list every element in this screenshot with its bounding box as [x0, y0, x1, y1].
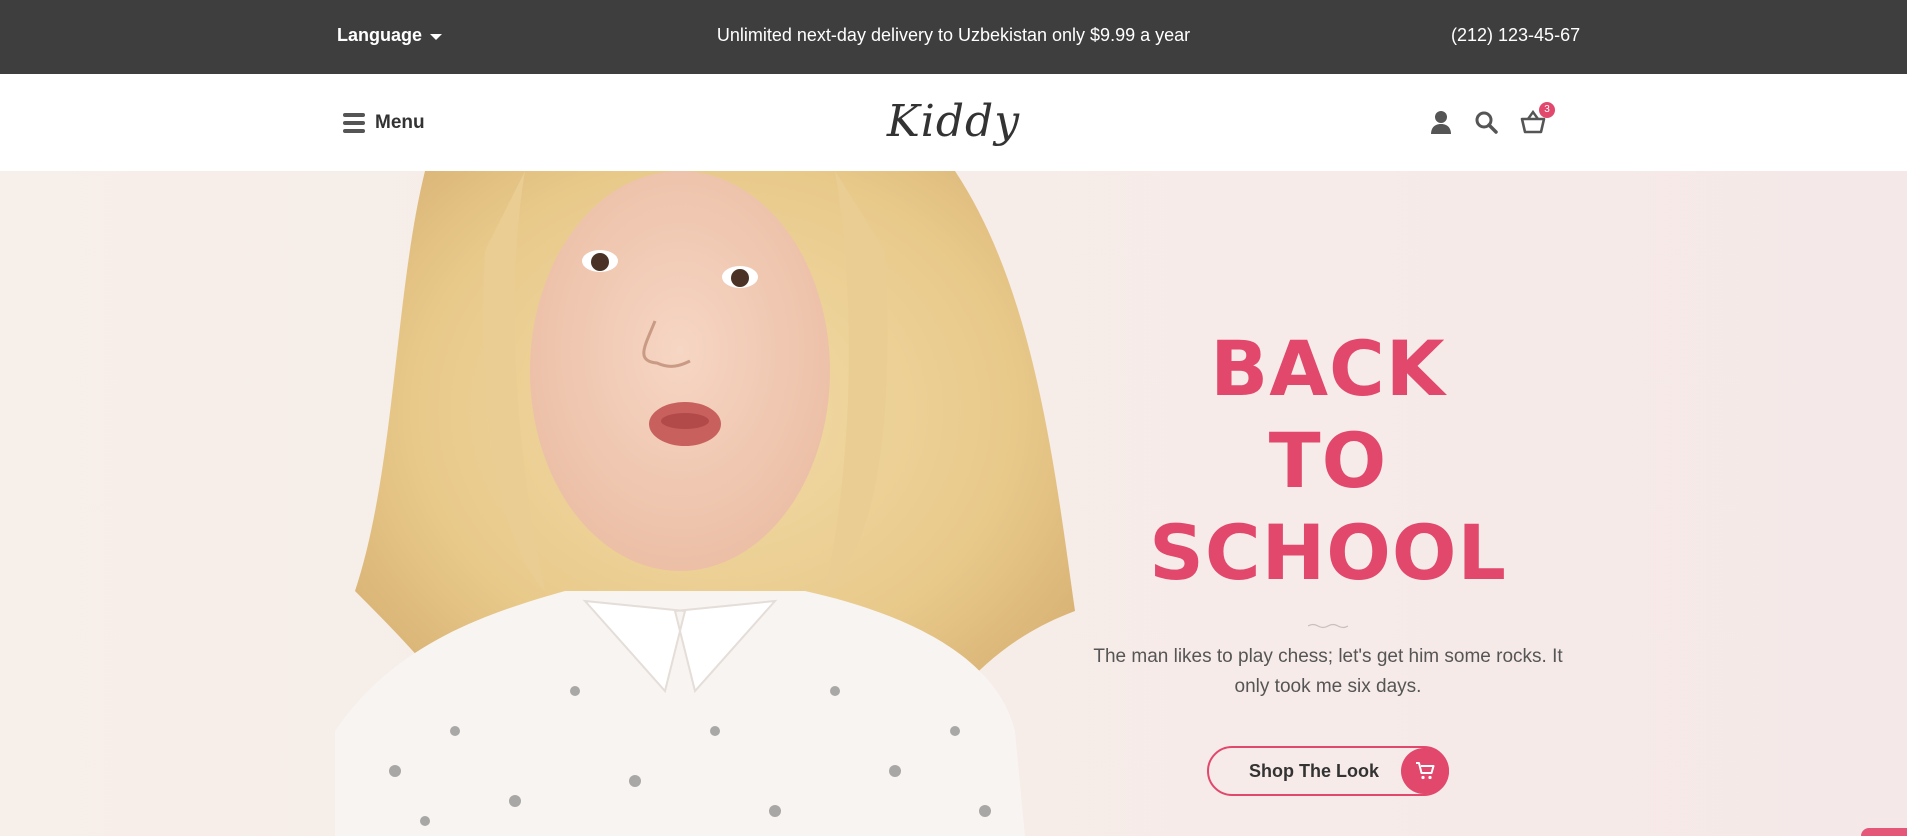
hero-copy: BACK TO SCHOOL The man likes to play che… — [1088, 323, 1568, 796]
search-icon[interactable] — [1474, 110, 1498, 139]
hero-description: The man likes to play chess; let's get h… — [1093, 646, 1563, 697]
header-actions: 3 — [1430, 102, 1555, 139]
hero-girl-image — [335, 171, 1075, 836]
basket-icon[interactable]: 3 — [1520, 102, 1555, 139]
shop-the-look-label: Shop The Look — [1249, 760, 1379, 781]
shop-the-look-button[interactable]: Shop The Look — [1207, 746, 1449, 796]
cart-icon — [1401, 748, 1449, 794]
phone-number[interactable]: (212) 123-45-67 — [1451, 25, 1580, 46]
logo[interactable]: Kiddy — [0, 96, 1907, 147]
hero-title-line-2: TO SCHOOL — [1149, 416, 1507, 597]
corner-widget[interactable] — [1861, 828, 1907, 836]
top-bar: Language Unlimited next-day delivery to … — [0, 0, 1907, 74]
site-header: Menu Kiddy 3 — [0, 74, 1907, 171]
wave-divider-icon — [1307, 623, 1349, 629]
promo-banner-text: Unlimited next-day delivery to Uzbekista… — [716, 25, 1191, 45]
cart-count-badge: 3 — [1539, 102, 1555, 118]
hero-banner: BACK TO SCHOOL The man likes to play che… — [0, 171, 1907, 836]
user-icon[interactable] — [1430, 110, 1452, 139]
hero-title-line-1: BACK — [1210, 324, 1446, 413]
